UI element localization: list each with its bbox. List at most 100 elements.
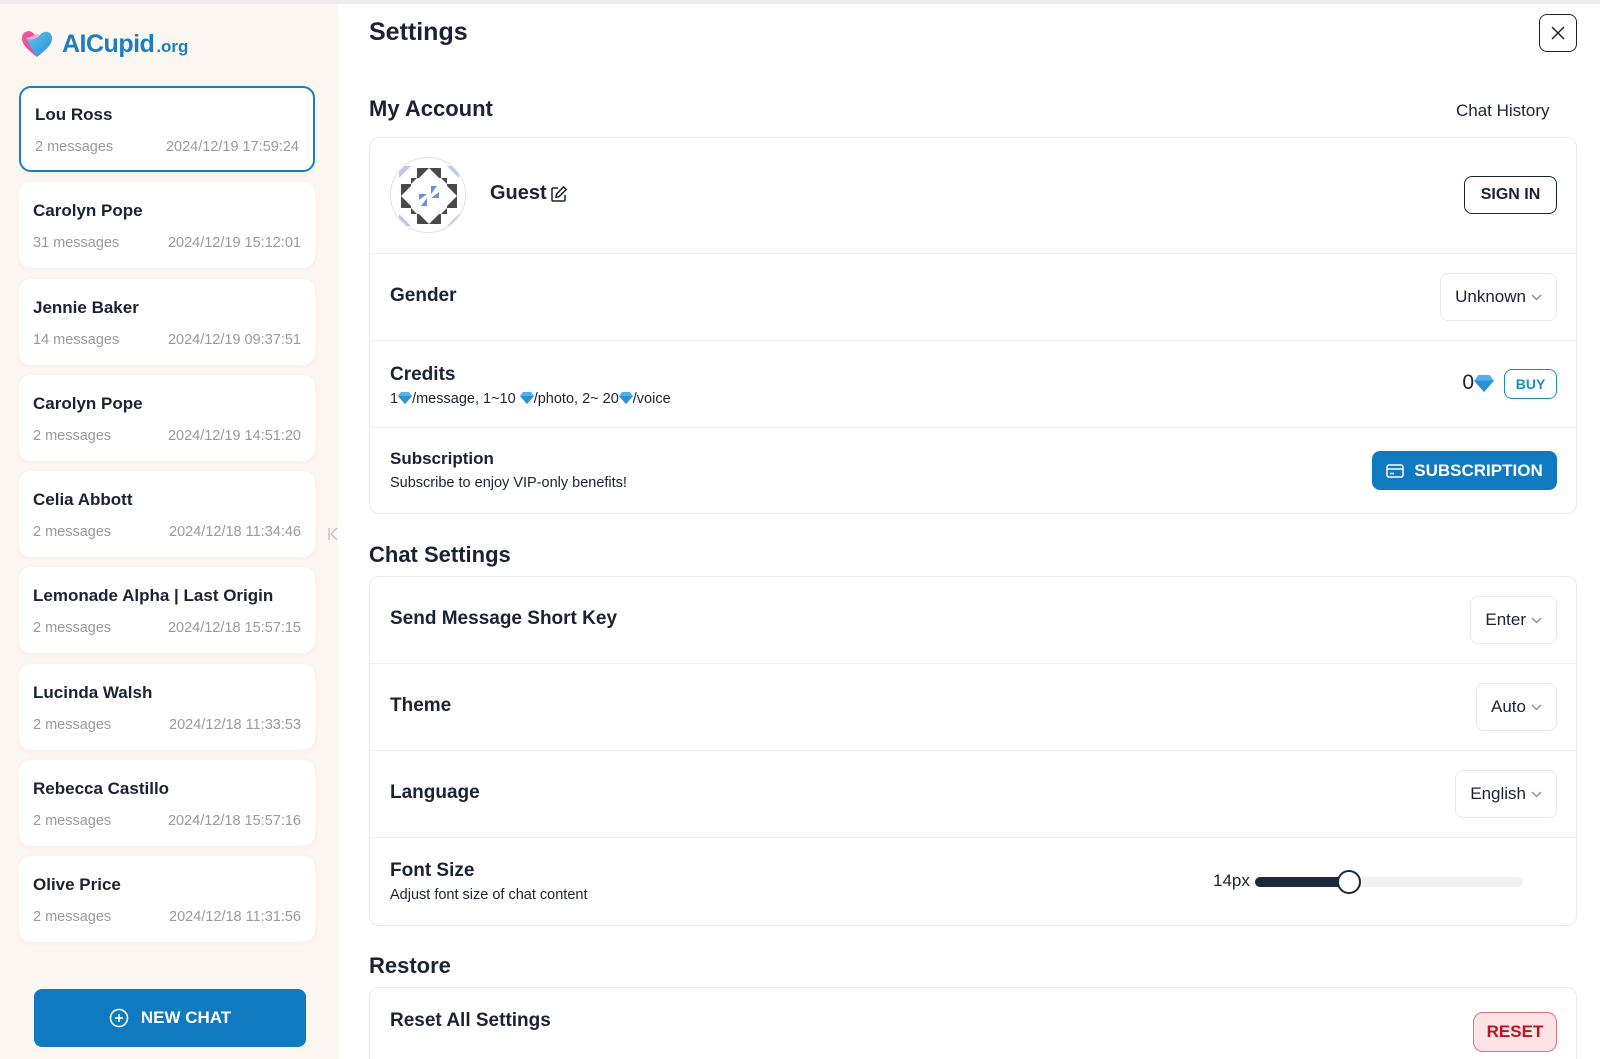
- credit-cost-message: 1: [390, 391, 399, 407]
- chat-name: Rebecca Castillo: [33, 779, 170, 799]
- chat-list-item[interactable]: Lou Ross 2 messages 2024/12/19 17:59:24: [19, 86, 315, 172]
- credit-card-icon: [1386, 463, 1405, 478]
- chat-message-count: 2 messages: [33, 620, 112, 637]
- gender-row: Gender Unknown: [370, 254, 1576, 341]
- my-account-card: Guest SIGN IN Gender Unknown Credits 1/m…: [369, 137, 1577, 514]
- font-size-slider[interactable]: [1255, 870, 1523, 894]
- gender-label: Gender: [390, 285, 457, 306]
- new-chat-button[interactable]: NEW CHAT: [34, 989, 306, 1047]
- logo[interactable]: AICupid .org: [20, 28, 188, 60]
- my-account-title: My Account: [369, 96, 493, 121]
- chat-timestamp: 2024/12/18 11:33:53: [169, 716, 301, 733]
- chevron-down-icon: [1531, 704, 1542, 710]
- restore-title: Restore: [369, 953, 451, 978]
- profile-row: Guest SIGN IN: [370, 138, 1576, 254]
- chat-timestamp: 2024/12/18 15:57:16: [167, 813, 301, 830]
- send-key-select[interactable]: Enter: [1470, 596, 1557, 644]
- chat-list-item[interactable]: Lucinda Walsh 2 messages 2024/12/18 11:33:…: [19, 663, 315, 750]
- credit-balance-value: 0: [1462, 371, 1474, 394]
- sign-in-button[interactable]: SIGN IN: [1464, 176, 1557, 214]
- language-label: Language: [390, 782, 480, 803]
- chat-history-link[interactable]: Chat History: [1456, 101, 1550, 121]
- chat-list-item[interactable]: Celia Abbott 2 messages 2024/12/18 11:34:4…: [19, 471, 315, 558]
- credit-cost-photo: /message, 1~10: [412, 391, 520, 407]
- theme-row: Theme Auto: [370, 664, 1576, 751]
- gender-value: Unknown: [1455, 287, 1526, 306]
- credit-balance: 0: [1462, 371, 1494, 395]
- reset-row: Reset All Settings RESET: [370, 988, 1576, 1059]
- chat-message-count: 2 messages: [33, 427, 112, 444]
- buy-button[interactable]: BUY: [1504, 369, 1557, 399]
- diamond-icon: [1474, 374, 1494, 392]
- brand-name: AICupid: [62, 29, 155, 58]
- chevron-down-icon: [1531, 791, 1542, 797]
- subscription-row: Subscription Subscribe to enjoy VIP-only…: [370, 428, 1576, 513]
- close-icon: [1551, 26, 1565, 40]
- chat-list-item[interactable]: Lemonade Alpha | Last Origin 2 messages 20…: [19, 567, 315, 654]
- chat-list-item[interactable]: Jennie Baker 14 messages 2024/12/19 09:37:…: [19, 278, 315, 365]
- language-row: Language English: [370, 751, 1576, 838]
- chat-timestamp: 2024/12/19 15:12:01: [167, 235, 301, 252]
- edit-icon[interactable]: [550, 185, 568, 203]
- restore-card: Reset All Settings RESET: [369, 987, 1577, 1059]
- theme-value: Auto: [1491, 697, 1526, 716]
- close-button[interactable]: [1539, 14, 1577, 52]
- subscription-description: Subscribe to enjoy VIP-only benefits!: [390, 475, 627, 491]
- new-chat-label: NEW CHAT: [140, 1008, 232, 1027]
- chat-message-count: 2 messages: [33, 909, 112, 926]
- chat-name: Olive Price: [33, 875, 121, 895]
- chat-name: Jennie Baker: [33, 297, 139, 317]
- chat-message-count: 2 messages: [33, 813, 112, 830]
- page-title: Settings: [369, 18, 468, 46]
- credits-label: Credits: [390, 364, 456, 385]
- credit-cost-suffix: /voice: [632, 391, 671, 407]
- subscription-label: Subscription: [390, 449, 494, 468]
- chat-list-item[interactable]: Carolyn Pope 31 messages 2024/12/19 15:12:…: [19, 182, 315, 269]
- chat-settings-title: Chat Settings: [369, 542, 511, 567]
- chat-list-item[interactable]: Rebecca Castillo 2 messages 2024/12/18 15:…: [19, 760, 315, 847]
- diamond-icon: [618, 392, 633, 404]
- language-value: English: [1470, 784, 1526, 803]
- font-size-label: Font Size: [390, 860, 475, 881]
- credit-cost-voice: /photo, 2~ 20: [533, 391, 619, 407]
- brand-suffix: .org: [156, 37, 189, 56]
- chat-settings-card: Send Message Short Key Enter Theme Auto …: [369, 576, 1577, 926]
- slider-fill: [1255, 877, 1349, 887]
- chat-list-item[interactable]: Carolyn Pope 2 messages 2024/12/19 14:51:2…: [19, 374, 315, 461]
- identicon-avatar-icon: [391, 158, 465, 232]
- reset-label: Reset All Settings: [390, 1010, 551, 1031]
- chat-name: Carolyn Pope: [33, 201, 143, 221]
- font-size-description: Adjust font size of chat content: [390, 887, 588, 903]
- theme-label: Theme: [390, 695, 452, 716]
- chat-name: Lucinda Walsh: [33, 682, 153, 702]
- font-size-value: 14px: [1213, 871, 1250, 890]
- chat-name: Carolyn Pope: [33, 393, 143, 413]
- send-key-value: Enter: [1485, 610, 1526, 629]
- language-select[interactable]: English: [1455, 770, 1557, 818]
- gender-select[interactable]: Unknown: [1440, 273, 1557, 321]
- chat-message-count: 2 messages: [35, 139, 114, 155]
- chat-timestamp: 2024/12/19 17:59:24: [165, 139, 299, 155]
- theme-select[interactable]: Auto: [1476, 683, 1557, 731]
- settings-panel: Settings My Account Chat History Guest S…: [338, 4, 1600, 1059]
- chat-timestamp: 2024/12/18 11:34:46: [169, 524, 301, 541]
- chat-timestamp: 2024/12/19 09:37:51: [167, 331, 301, 348]
- heart-logo-icon: [21, 31, 53, 57]
- subscription-button-label: SUBSCRIPTION: [1414, 460, 1543, 480]
- subscription-button[interactable]: SUBSCRIPTION: [1372, 451, 1557, 490]
- chat-list-item[interactable]: Olive Price 2 messages 2024/12/18 11:31:56: [19, 856, 315, 943]
- chat-name: Lou Ross: [35, 105, 113, 124]
- chat-timestamp: 2024/12/18 15:57:15: [167, 620, 301, 637]
- sidebar: AICupid .org Lou Ross 2 messages 2024/12/1…: [0, 4, 338, 1059]
- slider-thumb[interactable]: [1336, 870, 1361, 894]
- chat-message-count: 31 messages: [33, 235, 120, 252]
- send-key-label: Send Message Short Key: [390, 608, 618, 629]
- avatar[interactable]: [390, 157, 466, 233]
- chat-timestamp: 2024/12/18 11:31:56: [169, 909, 301, 926]
- reset-button[interactable]: RESET: [1473, 1012, 1557, 1052]
- diamond-icon: [519, 392, 534, 404]
- chevron-down-icon: [1531, 294, 1542, 300]
- credits-row: Credits 1/message, 1~10 /photo, 2~ 20/vo…: [370, 341, 1576, 428]
- chat-list: Lou Ross 2 messages 2024/12/19 17:59:24 Car…: [19, 86, 315, 953]
- chat-name: Celia Abbott: [33, 490, 133, 510]
